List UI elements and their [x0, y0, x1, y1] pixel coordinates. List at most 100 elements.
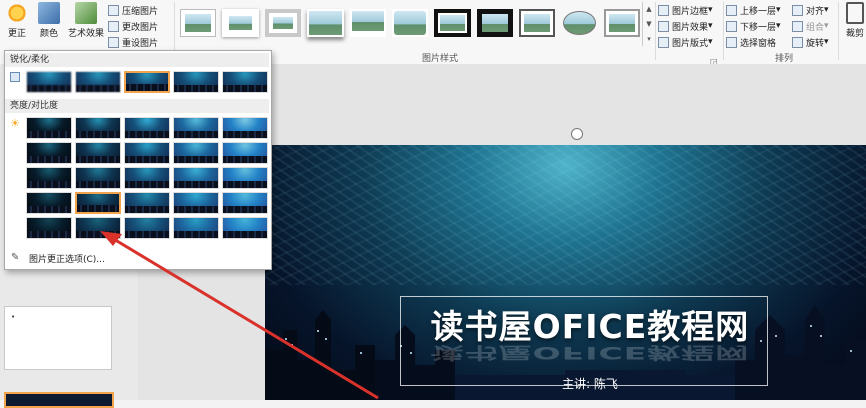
reset-picture-button[interactable]: 重设图片	[108, 34, 158, 50]
picture-border-label: 图片边框	[672, 6, 709, 17]
slide-title[interactable]: 读书屋OFICE教程网	[420, 300, 760, 348]
color-palette-icon	[38, 2, 60, 24]
picture-style-1[interactable]	[180, 9, 217, 37]
align-button[interactable]: 对齐 ▾	[792, 2, 829, 18]
correction-thumbnail[interactable]	[75, 167, 121, 189]
picture-style-10[interactable]	[561, 9, 597, 37]
correction-thumbnail[interactable]	[26, 71, 72, 93]
picture-style-9[interactable]	[518, 9, 556, 37]
corrections-button[interactable]: 更正	[6, 2, 28, 39]
picture-effects-label: 图片效果	[672, 22, 709, 33]
picture-style-2[interactable]	[222, 9, 259, 37]
picture-border-button[interactable]: 图片边框 ▾	[658, 2, 713, 18]
correction-thumbnail[interactable]	[75, 192, 121, 214]
correction-thumbnail[interactable]	[173, 117, 219, 139]
correction-thumbnail[interactable]	[124, 167, 170, 189]
correction-thumbnail[interactable]	[222, 167, 268, 189]
corrections-dropdown[interactable]: 锐化/柔化 亮度/对比度 ☀ ✎ 图片更正选项(C)...	[4, 50, 272, 270]
correction-thumbnail[interactable]	[75, 217, 121, 239]
group-separator	[838, 2, 839, 60]
correction-thumbnail[interactable]	[173, 167, 219, 189]
slide-thumbnail-selected[interactable]	[4, 392, 114, 408]
compress-icon	[108, 4, 119, 16]
correction-thumbnail[interactable]	[124, 71, 170, 93]
corrections-label: 更正	[7, 29, 26, 39]
picture-effects-button[interactable]: 图片效果 ▾	[658, 18, 713, 34]
scroll-up-icon[interactable]: ▲	[646, 5, 651, 13]
correction-thumbnail[interactable]	[173, 142, 219, 164]
correction-thumbnail[interactable]	[222, 142, 268, 164]
gallery-more-icon[interactable]: ▾	[647, 35, 651, 43]
correction-thumbnail[interactable]	[26, 192, 72, 214]
picture-preview-icon	[10, 72, 20, 82]
picture-style-5[interactable]	[349, 9, 386, 37]
picture-border-icon	[658, 4, 669, 16]
rotate-button[interactable]: 旋转 ▾	[792, 34, 829, 50]
crop-button[interactable]: 裁剪	[846, 2, 864, 39]
picture-options-icon: ✎	[11, 252, 20, 263]
scroll-down-icon[interactable]: ▼	[646, 20, 651, 28]
send-backward-label: 下移一层	[740, 22, 777, 33]
reset-picture-label: 重设图片	[122, 38, 159, 49]
artistic-effects-button[interactable]: 艺术效果	[68, 2, 104, 39]
picture-style-6[interactable]	[391, 9, 429, 37]
bring-forward-label: 上移一层	[740, 6, 777, 17]
water-texture	[265, 145, 866, 285]
color-button[interactable]: 颜色	[38, 2, 60, 39]
sharpen-soften-grid[interactable]	[26, 71, 268, 93]
picture-effects-icon	[658, 20, 669, 32]
picture-style-7[interactable]	[434, 9, 471, 37]
align-icon	[792, 4, 803, 16]
bring-forward-button[interactable]: 上移一层 ▾	[726, 2, 781, 18]
correction-thumbnail[interactable]	[75, 142, 121, 164]
group-label: 组合	[806, 22, 825, 33]
picture-style-4[interactable]	[307, 9, 344, 37]
correction-thumbnail[interactable]	[75, 117, 121, 139]
picture-style-3[interactable]	[264, 9, 302, 37]
send-backward-button[interactable]: 下移一层 ▾	[726, 18, 781, 34]
group-button[interactable]: 组合 ▾	[792, 18, 829, 34]
brightness-contrast-grid[interactable]	[26, 117, 268, 239]
correction-thumbnail[interactable]	[26, 117, 72, 139]
slide-thumbnail[interactable]: •	[4, 306, 112, 370]
sun-icon	[6, 2, 28, 24]
correction-thumbnail[interactable]	[222, 217, 268, 239]
picture-styles-gallery[interactable]	[180, 4, 641, 44]
slide-title-reflection: 读书屋OFICE教程网	[430, 343, 750, 363]
picture-layout-button[interactable]: 图片版式 ▾	[658, 34, 713, 50]
picture-corrections-options-link[interactable]: 图片更正选项(C)...	[29, 252, 105, 265]
crop-label: 裁剪	[846, 29, 865, 39]
picture-style-8[interactable]	[476, 9, 513, 37]
selection-pane-button[interactable]: 选择窗格	[726, 34, 776, 50]
correction-thumbnail[interactable]	[173, 71, 219, 93]
correction-thumbnail[interactable]	[75, 71, 121, 93]
slide-author[interactable]: 主讲: 陈飞	[520, 375, 660, 392]
picture-layout-label: 图片版式	[672, 38, 709, 49]
picture-styles-label: 图片样式	[422, 54, 459, 64]
correction-thumbnail[interactable]	[26, 142, 72, 164]
picture-style-11[interactable]	[603, 9, 641, 37]
change-picture-icon	[108, 20, 119, 32]
correction-thumbnail[interactable]	[26, 217, 72, 239]
correction-thumbnail[interactable]	[26, 167, 72, 189]
chevron-down-icon: ▾	[824, 5, 829, 15]
rotate-handle[interactable]	[571, 128, 583, 140]
compress-pictures-button[interactable]: 压缩图片	[108, 2, 158, 18]
correction-thumbnail[interactable]	[222, 71, 268, 93]
change-picture-button[interactable]: 更改图片	[108, 18, 158, 34]
picture-layout-icon	[658, 36, 669, 48]
gallery-scroll[interactable]: ▲ ▼ ▾	[642, 2, 655, 46]
correction-thumbnail[interactable]	[124, 142, 170, 164]
chevron-down-icon: ▾	[824, 37, 829, 47]
correction-thumbnail[interactable]	[124, 217, 170, 239]
correction-thumbnail[interactable]	[124, 192, 170, 214]
correction-thumbnail[interactable]	[222, 117, 268, 139]
send-backward-icon	[726, 20, 737, 32]
chevron-down-icon: ▾	[708, 21, 713, 31]
correction-thumbnail[interactable]	[173, 192, 219, 214]
align-label: 对齐	[806, 6, 825, 17]
correction-thumbnail[interactable]	[222, 192, 268, 214]
correction-thumbnail[interactable]	[173, 217, 219, 239]
group-icon	[792, 20, 803, 32]
correction-thumbnail[interactable]	[124, 117, 170, 139]
